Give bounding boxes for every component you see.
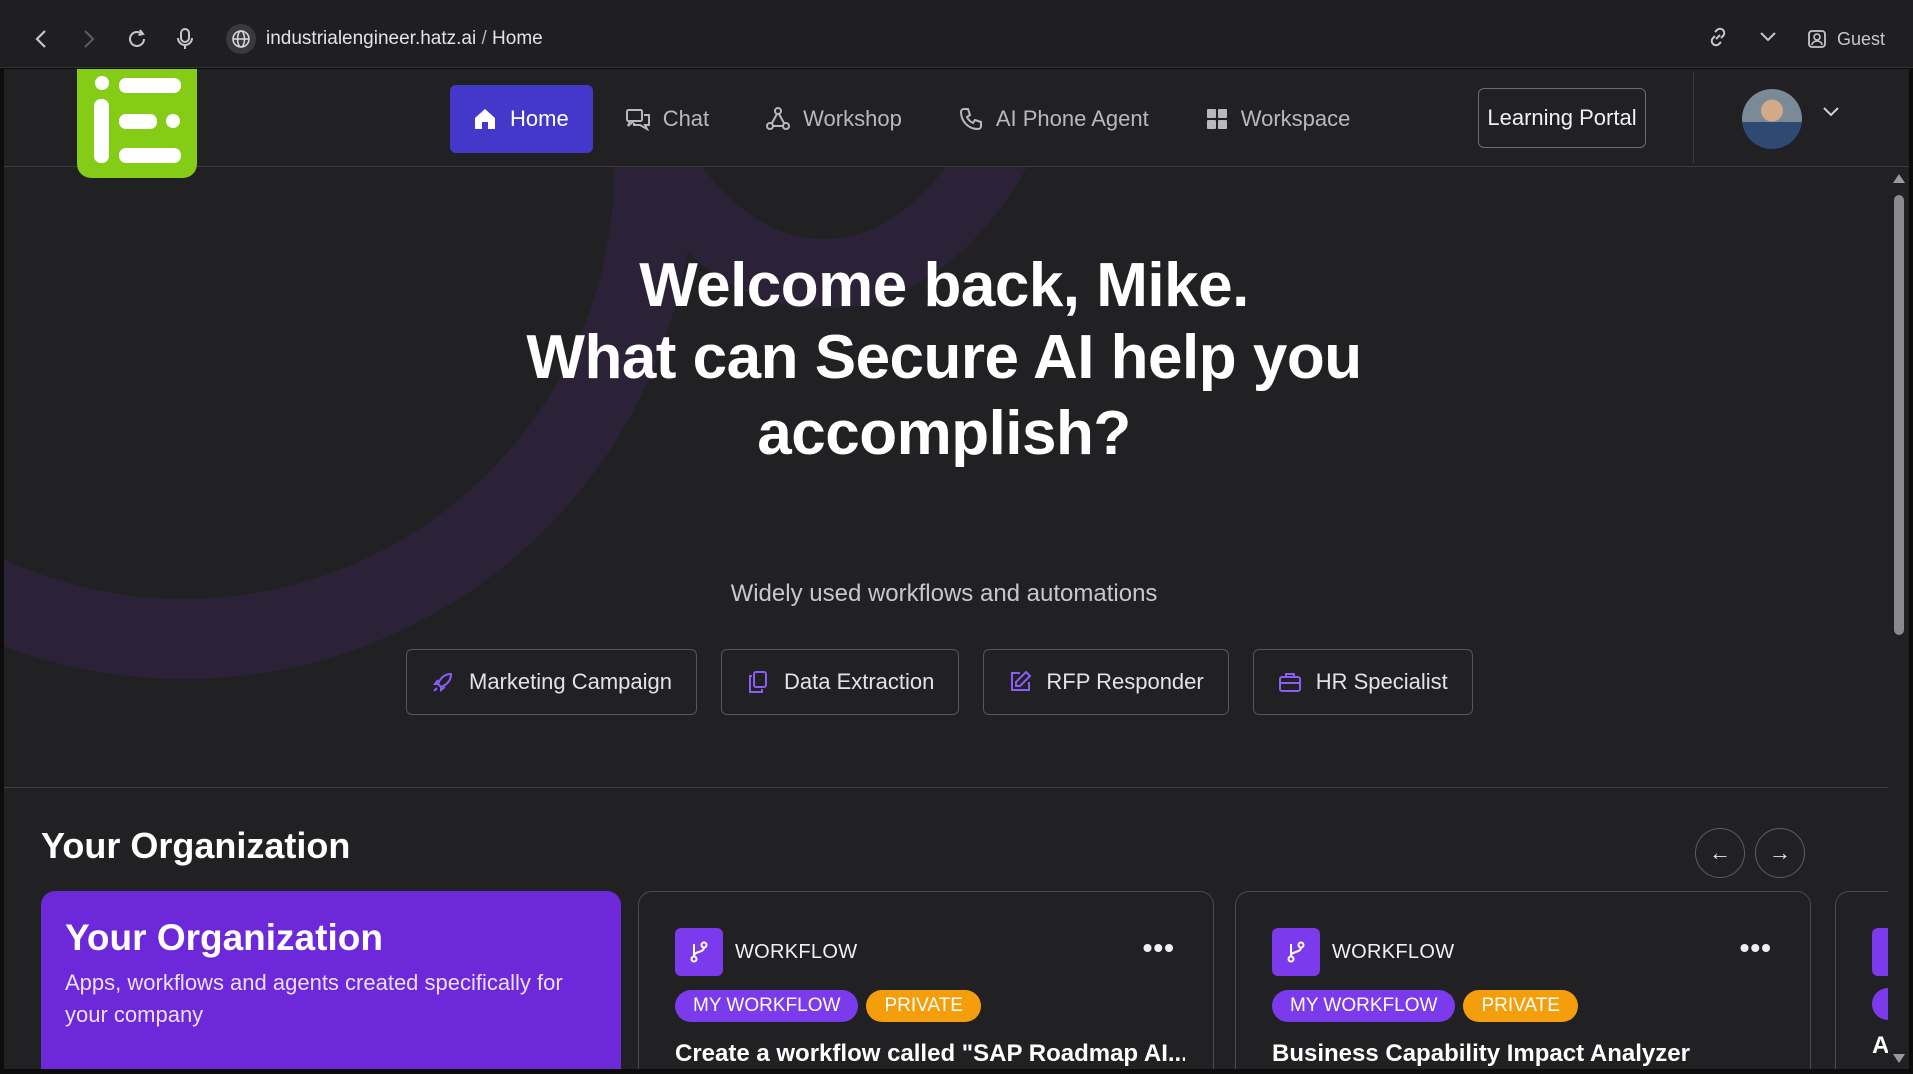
marketing-campaign-label: Marketing Campaign (469, 669, 672, 694)
nav-chat-label: Chat (662, 106, 710, 131)
reload-button[interactable] (118, 20, 156, 58)
nav-workspace-label: Workspace (1240, 106, 1351, 131)
nav-ai-phone-agent[interactable]: AI Phone Agent (934, 85, 1173, 153)
workflow-title: A (1872, 1032, 1890, 1059)
organization-card[interactable]: Your Organization Apps, workflows and ag… (41, 891, 621, 1069)
workflow-icon (675, 928, 723, 976)
carousel-prev-button[interactable]: ← (1695, 828, 1745, 878)
my-workflow-badge: MY WORKFLOW (1272, 990, 1456, 1022)
back-button[interactable] (22, 20, 60, 58)
voice-search-button[interactable] (166, 20, 204, 58)
organization-heading: Your Organization (41, 825, 351, 866)
top-navigation: Home Chat Workshop AI Phone Agent Worksp… (4, 69, 1909, 178)
nav-ai-phone-agent-label: AI Phone Agent (995, 106, 1149, 131)
url-domain: industrialengineer.hatz.ai (266, 28, 477, 49)
organization-card-description: Apps, workflows and agents created speci… (65, 970, 563, 1027)
url-page: Home (492, 28, 543, 49)
workshop-icon (766, 107, 791, 130)
scroll-down-arrow[interactable] (1893, 1054, 1905, 1063)
rfp-responder-button[interactable]: RFP Responder (983, 649, 1229, 715)
scroll-thumb[interactable] (1894, 195, 1904, 635)
main-nav: Home Chat Workshop AI Phone Agent Worksp… (450, 85, 1374, 153)
carousel-next-button[interactable]: → (1755, 828, 1805, 878)
nav-home-label: Home (510, 106, 569, 131)
hero-line-2: What can Secure AI help you (526, 323, 1362, 392)
edit-icon (1011, 670, 1032, 691)
private-badge: PRIVATE (1463, 990, 1578, 1022)
hr-specialist-button[interactable]: HR Specialist (1252, 649, 1473, 715)
learning-portal-button[interactable]: Learning Portal (1478, 88, 1646, 148)
chevron-right-icon (84, 30, 95, 48)
workflow-card[interactable]: WORKFLOW ••• MY WORKFLOW PRIVATE Busines… (1235, 891, 1811, 1069)
organization-card-title: Your Organization (65, 917, 383, 958)
profile-button[interactable]: Guest (1807, 29, 1885, 50)
nav-chat[interactable]: Chat (601, 85, 733, 153)
reload-icon (129, 29, 145, 47)
nav-divider (1693, 73, 1694, 163)
scroll-up-arrow[interactable] (1893, 174, 1905, 183)
hr-specialist-label: HR Specialist (1315, 669, 1448, 694)
marketing-campaign-button[interactable]: Marketing Campaign (406, 649, 697, 715)
chat-icon (625, 109, 650, 131)
globe-icon (226, 24, 256, 54)
nav-workspace[interactable]: Workspace (1181, 85, 1375, 153)
my-workflow-badge: MY WORKFLOW (675, 990, 859, 1022)
browser-toolbar: industrialengineer.hatz.ai / Home Guest (0, 0, 1913, 68)
address-bar[interactable]: industrialengineer.hatz.ai / Home (226, 20, 543, 58)
forward-button[interactable] (70, 20, 108, 58)
copy-icon (748, 671, 767, 693)
chevron-down-icon[interactable] (1822, 105, 1840, 123)
microphone-icon (177, 28, 193, 49)
rfp-responder-label: RFP Responder (1046, 669, 1204, 694)
private-badge: PRIVATE (866, 990, 981, 1022)
workflow-type-label: WORKFLOW (735, 940, 858, 963)
phone-icon (959, 108, 982, 131)
nav-workshop[interactable]: Workshop (741, 85, 926, 153)
chevron-down-icon[interactable] (1759, 30, 1777, 48)
workflow-title: Create a workflow called "SAP Roadmap AI… (675, 1040, 1185, 1067)
link-icon[interactable] (1707, 26, 1729, 53)
hero-line-1: Welcome back, Mike. (639, 251, 1249, 320)
chevron-left-icon (35, 30, 46, 48)
profile-label: Guest (1836, 28, 1885, 49)
brand-logo[interactable] (77, 69, 197, 178)
grid-icon (1206, 109, 1227, 129)
workflow-type-label: WORKFLOW (1332, 940, 1455, 963)
workflow-title: Business Capability Impact Analyzer (1272, 1040, 1690, 1067)
workflow-icon (1272, 928, 1320, 976)
quick-actions: Marketing Campaign Data Extraction RFP R… (406, 649, 1473, 715)
workflows-subtitle: Widely used workflows and automations (730, 580, 1158, 607)
rocket-icon (433, 672, 453, 692)
workflow-card[interactable]: WORKFLOW ••• MY WORKFLOW PRIVATE Create … (638, 891, 1214, 1069)
data-extraction-button[interactable]: Data Extraction (720, 649, 960, 715)
briefcase-icon (1278, 673, 1301, 692)
nav-home[interactable]: Home (450, 85, 593, 153)
url-text: industrialengineer.hatz.ai / Home (266, 28, 543, 50)
page-scrollbar[interactable] (1888, 168, 1909, 1069)
profile-icon (1808, 30, 1826, 48)
app-viewport: Home Chat Workshop AI Phone Agent Worksp… (4, 69, 1909, 1069)
avatar[interactable] (1742, 89, 1802, 149)
section-divider (4, 787, 1894, 788)
url-separator: / (481, 28, 487, 49)
hero-line-3: accomplish? (757, 399, 1131, 468)
home-icon (475, 109, 495, 129)
hero-heading: Welcome back, Mike. What can Secure AI h… (4, 250, 1884, 470)
nav-workshop-label: Workshop (803, 106, 902, 131)
more-options-icon[interactable]: ••• (1143, 932, 1175, 964)
more-options-icon[interactable]: ••• (1740, 932, 1772, 964)
data-extraction-label: Data Extraction (783, 669, 935, 694)
